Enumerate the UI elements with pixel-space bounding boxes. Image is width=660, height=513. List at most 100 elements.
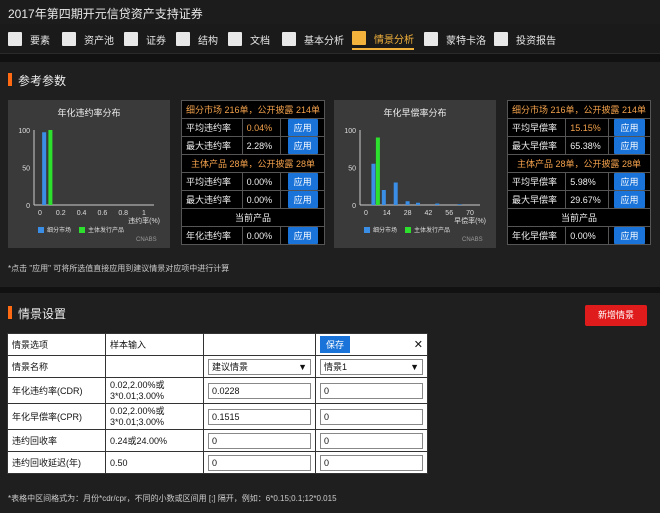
legend-swatch-market xyxy=(364,226,370,233)
cpr-issuer-max-value: 29.67% xyxy=(565,190,609,209)
delay-suggested-input[interactable]: 0 xyxy=(208,454,311,471)
cpr-scenario-1-input[interactable]: 0 xyxy=(320,408,423,425)
new-scenario-button[interactable]: 新增情景 xyxy=(585,305,647,326)
apply-button[interactable]: 应用 xyxy=(614,227,645,244)
recovery-scenario-1-input[interactable]: 0 xyxy=(320,432,423,449)
cdr-issuer-avg-value: 0.00% xyxy=(241,172,282,191)
tab-investment-report[interactable]: 投资报告 xyxy=(494,28,556,50)
cpr-chart: 年化早偿率分布 0 50 100 0 14 28 42 56 70 早偿率(%) 细分市场 主体发… xyxy=(334,100,496,248)
x-tick-label: 70 xyxy=(466,210,474,217)
cpr-legend: 细分市场 主体发行产品 xyxy=(364,225,450,234)
apply-button[interactable]: 应用 xyxy=(614,119,645,136)
close-icon[interactable]: ✕ xyxy=(414,338,423,351)
cpr-max-value: 65.38% xyxy=(565,136,609,155)
apply-button[interactable]: 应用 xyxy=(614,137,645,154)
row-sample-name xyxy=(105,355,204,378)
apply-button[interactable]: 应用 xyxy=(287,173,318,190)
cdr-issuer-avg-label: 平均违约率 xyxy=(181,172,243,191)
legend-swatch-issuer xyxy=(79,226,86,233)
app-title-bar: 2017年第四期开元信贷资产支持证券 xyxy=(0,0,660,24)
x-axis-label: 违约率(%) xyxy=(128,216,160,225)
chart-bar xyxy=(371,163,376,205)
report-icon xyxy=(494,32,508,46)
x-tick-label: 14 xyxy=(383,210,391,217)
chevron-down-icon: ▼ xyxy=(298,361,307,372)
select-value: 建议情景 xyxy=(212,362,249,372)
cdr-current-label: 年化违约率 xyxy=(181,226,243,245)
apply-button[interactable]: 应用 xyxy=(287,191,318,208)
cpr-current-header: 当前产品 xyxy=(506,208,652,227)
x-tick-label: 56 xyxy=(445,210,453,217)
x-tick-label: 0.4 xyxy=(77,210,87,217)
row-sample-recovery: 0.24或24.00% xyxy=(105,429,204,452)
apply-button[interactable]: 应用 xyxy=(614,173,645,190)
legend-label-market: 细分市场 xyxy=(47,228,72,234)
chart-bar xyxy=(375,137,380,205)
cdr-max-label: 最大违约率 xyxy=(181,136,243,155)
cpr-current-value: 0.00% xyxy=(565,226,609,245)
scenario-1-select[interactable]: 情景1 ▼ xyxy=(320,358,423,375)
chart-bar xyxy=(42,132,47,205)
cdr-scenario-1-input[interactable]: 0 xyxy=(320,382,423,399)
cpr-stats-table: 细分市场 216单，公开披露 214单 平均早偿率 15.15% 应用 最大早偿率 6… xyxy=(506,100,652,245)
col-header-suggested xyxy=(203,333,316,356)
params-section-title: 参考参数 xyxy=(18,74,67,88)
legend-label-market: 细分市场 xyxy=(373,228,398,234)
input-value: 0.1515 xyxy=(212,411,240,422)
cdr-current-header: 当前产品 xyxy=(180,208,326,227)
input-value: 0 xyxy=(324,411,330,422)
suggested-scenario-select[interactable]: 建议情景 ▼ xyxy=(208,358,311,375)
scenario-table: 情景选项 样本输入 保存 ✕ 情景名称 建议情景 ▼ 情景1 ▼ 年化违约率(CDR… xyxy=(7,333,428,474)
col-header-sample: 样本输入 xyxy=(105,333,204,356)
tab-basic-analysis[interactable]: 基本分析 xyxy=(282,28,344,50)
row-sample-cdr: 0.02,2.00%或 3*0.01;3.00% xyxy=(105,377,204,404)
tab-documents[interactable]: 文档 xyxy=(228,28,270,50)
tab-monte-carlo[interactable]: 蒙特卡洛 xyxy=(424,28,486,50)
apply-button[interactable]: 应用 xyxy=(287,227,318,244)
input-value: 0 xyxy=(324,385,330,396)
save-button[interactable]: 保存 xyxy=(320,336,351,353)
x-tick-label: 0.8 xyxy=(118,210,128,217)
cdr-legend: 细分市场 主体发行产品 xyxy=(38,225,124,234)
apply-button[interactable]: 应用 xyxy=(614,191,645,208)
params-note: *点击 "应用" 可将所选值直接应用到建议情景对应项中进行计算 xyxy=(8,264,230,273)
scenario-section-title: 情景设置 xyxy=(18,307,67,321)
chart-bar xyxy=(381,190,386,205)
y-tick-label: 50 xyxy=(22,166,30,173)
legend-label-issuer: 主体发行产品 xyxy=(414,228,451,234)
cdr-avg-value: 0.04% xyxy=(241,118,282,137)
input-value: 0.0228 xyxy=(212,385,240,396)
cdr-avg-label: 平均违约率 xyxy=(181,118,243,137)
recovery-suggested-input[interactable]: 0 xyxy=(208,432,311,449)
cdr-market-header: 细分市场 216单，公开披露 214单 xyxy=(180,100,326,119)
cdr-suggested-input[interactable]: 0.0228 xyxy=(208,382,311,399)
x-tick-label: 28 xyxy=(404,210,412,217)
row-label-delay: 违约回收延迟(年) xyxy=(7,451,106,474)
input-value: 0 xyxy=(212,435,218,446)
y-tick-label: 0 xyxy=(26,203,30,210)
input-value: 0 xyxy=(212,457,218,468)
tab-securities[interactable]: 证券 xyxy=(124,28,166,50)
tab-asset-pool[interactable]: 资产池 xyxy=(62,28,114,50)
tab-elements[interactable]: 要素 xyxy=(8,28,50,50)
cpr-suggested-input[interactable]: 0.1515 xyxy=(208,408,311,425)
row-sample-cpr: 0.02,2.00%或 3*0.01;3.00% xyxy=(105,403,204,430)
legend-swatch-market xyxy=(38,226,44,233)
main-tab-bar: 要素 资产池 证券 结构 文档 基本分析 情景分析 蒙特卡洛 投资报告 xyxy=(0,24,660,54)
cpr-avg-value: 15.15% xyxy=(565,118,609,137)
chevron-down-icon: ▼ xyxy=(410,361,419,372)
scenario-note: *表格中区间格式为：月份*cdr/cpr，不同的小数或区间用 [;] 隔开，例如… xyxy=(8,494,337,503)
tab-structure[interactable]: 结构 xyxy=(176,28,218,50)
tab-scenario-analysis[interactable]: 情景分析 xyxy=(352,28,414,50)
y-tick-label: 50 xyxy=(348,166,356,173)
x-tick-label: 0 xyxy=(38,210,42,217)
delay-scenario-1-input[interactable]: 0 xyxy=(320,454,423,471)
apply-button[interactable]: 应用 xyxy=(287,119,318,136)
scenario-icon xyxy=(352,31,366,45)
select-value: 情景1 xyxy=(324,362,348,372)
chart-icon xyxy=(62,32,76,46)
doc-icon xyxy=(8,32,22,46)
input-value: 0 xyxy=(324,457,330,468)
cdr-stats-table: 细分市场 216单，公开披露 214单 平均违约率 0.04% 应用 最大违约率 2.… xyxy=(180,100,326,245)
apply-button[interactable]: 应用 xyxy=(287,137,318,154)
